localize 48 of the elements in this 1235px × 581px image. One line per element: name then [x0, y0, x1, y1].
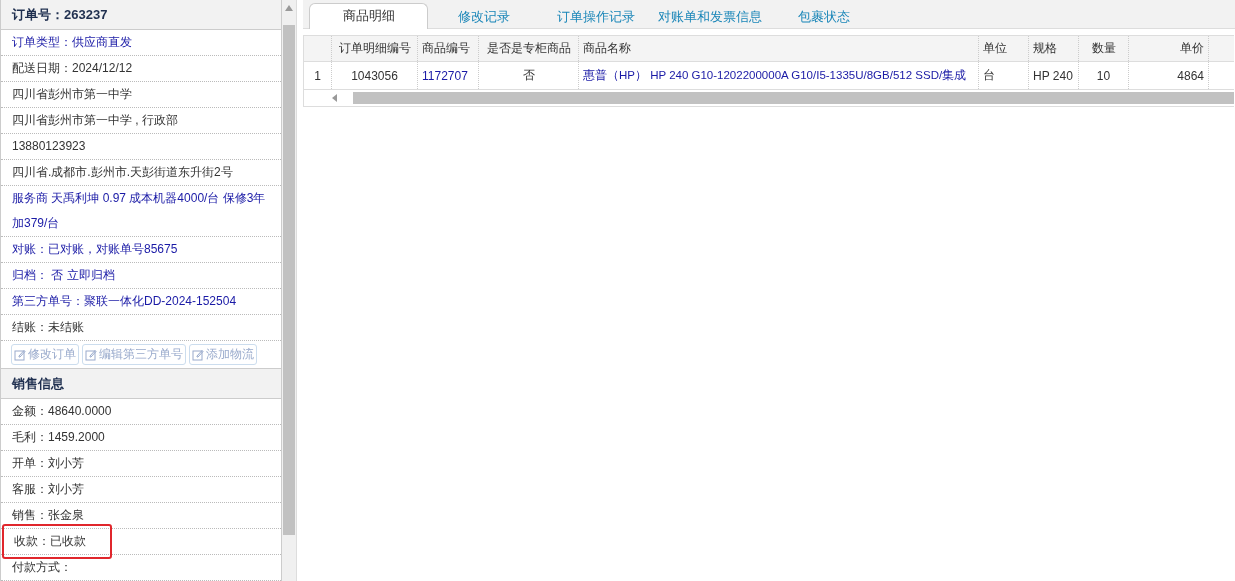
scroll-left-icon[interactable]	[332, 94, 337, 102]
info-text: 毛利：1459.2000	[12, 429, 106, 446]
info-text: 付款方式：	[12, 559, 73, 577]
info-text: 销售：张金泉	[12, 507, 85, 524]
edit-icon	[192, 348, 204, 361]
tab[interactable]: 修改记录	[428, 5, 540, 29]
edit-icon	[14, 348, 26, 361]
edit-icon	[85, 348, 97, 361]
info-text: 第三方单号：聚联一体化DD-2024-152504	[12, 293, 238, 310]
table-cell: 否	[479, 62, 579, 89]
panel-title: 订单号：263237	[1, 0, 281, 30]
column-header[interactable]: 订单明细编号	[332, 36, 418, 61]
column-header[interactable]: 规格	[1029, 36, 1079, 61]
highlighted-text: 收款：已收款	[2, 524, 112, 560]
scroll-up-icon[interactable]	[285, 5, 293, 11]
info-text: 归档： 否 立即归档	[12, 267, 116, 284]
row-number: 1	[304, 62, 332, 89]
tab[interactable]: 商品明细	[309, 3, 428, 29]
info-text: 对账：已对账，对账单号85675	[12, 241, 179, 258]
info-text: 开单：刘小芳	[12, 455, 85, 472]
table-cell: 1043056	[332, 62, 418, 89]
column-header[interactable]: 是否是专柜商品	[479, 36, 579, 61]
column-header[interactable]: 单位	[979, 36, 1029, 61]
info-text: 配送日期：2024/12/12	[12, 60, 134, 77]
section-title: 销售信息	[1, 369, 281, 399]
column-header[interactable]: 数量	[1079, 36, 1129, 61]
info-text: 订单类型：供应商直发	[12, 34, 133, 51]
column-header[interactable]: 商品编号	[418, 36, 479, 61]
table-cell: 4864	[1129, 62, 1209, 89]
scrollbar[interactable]	[282, 0, 297, 581]
table-cell[interactable]: 惠普（HP） HP 240 G10-1202200000A G10/I5-1335U/8GB/512 SSD/集成	[579, 62, 979, 89]
table-cell: 台	[979, 62, 1029, 89]
info-text: 四川省彭州市第一中学 , 行政部	[12, 112, 179, 129]
tab[interactable]: 对账单和发票信息	[652, 5, 768, 29]
table-cell[interactable]: 1172707	[418, 62, 479, 89]
tab[interactable]: 包裹状态	[768, 5, 880, 29]
info-text: 四川省彭州市第一中学	[12, 86, 133, 103]
info-text: 结账：未结账	[12, 319, 85, 336]
info-text: 客服：刘小芳	[12, 481, 85, 498]
column-header[interactable]: 单价	[1129, 36, 1209, 61]
info-text: 四川省.成都市.彭州市.天彭街道东升街2号	[12, 164, 234, 181]
info-text: 13880123923	[12, 138, 87, 155]
tab[interactable]: 订单操作记录	[540, 5, 652, 29]
column-header[interactable]: 商品名称	[579, 36, 979, 61]
info-text: 服务商 天禹利坤 0.97 成本机器4000/台 保修3年加379/台	[12, 190, 267, 232]
table-cell: 10	[1079, 62, 1129, 89]
info-text: 金额：48640.0000	[12, 403, 113, 420]
table-cell: HP 240	[1029, 62, 1079, 89]
